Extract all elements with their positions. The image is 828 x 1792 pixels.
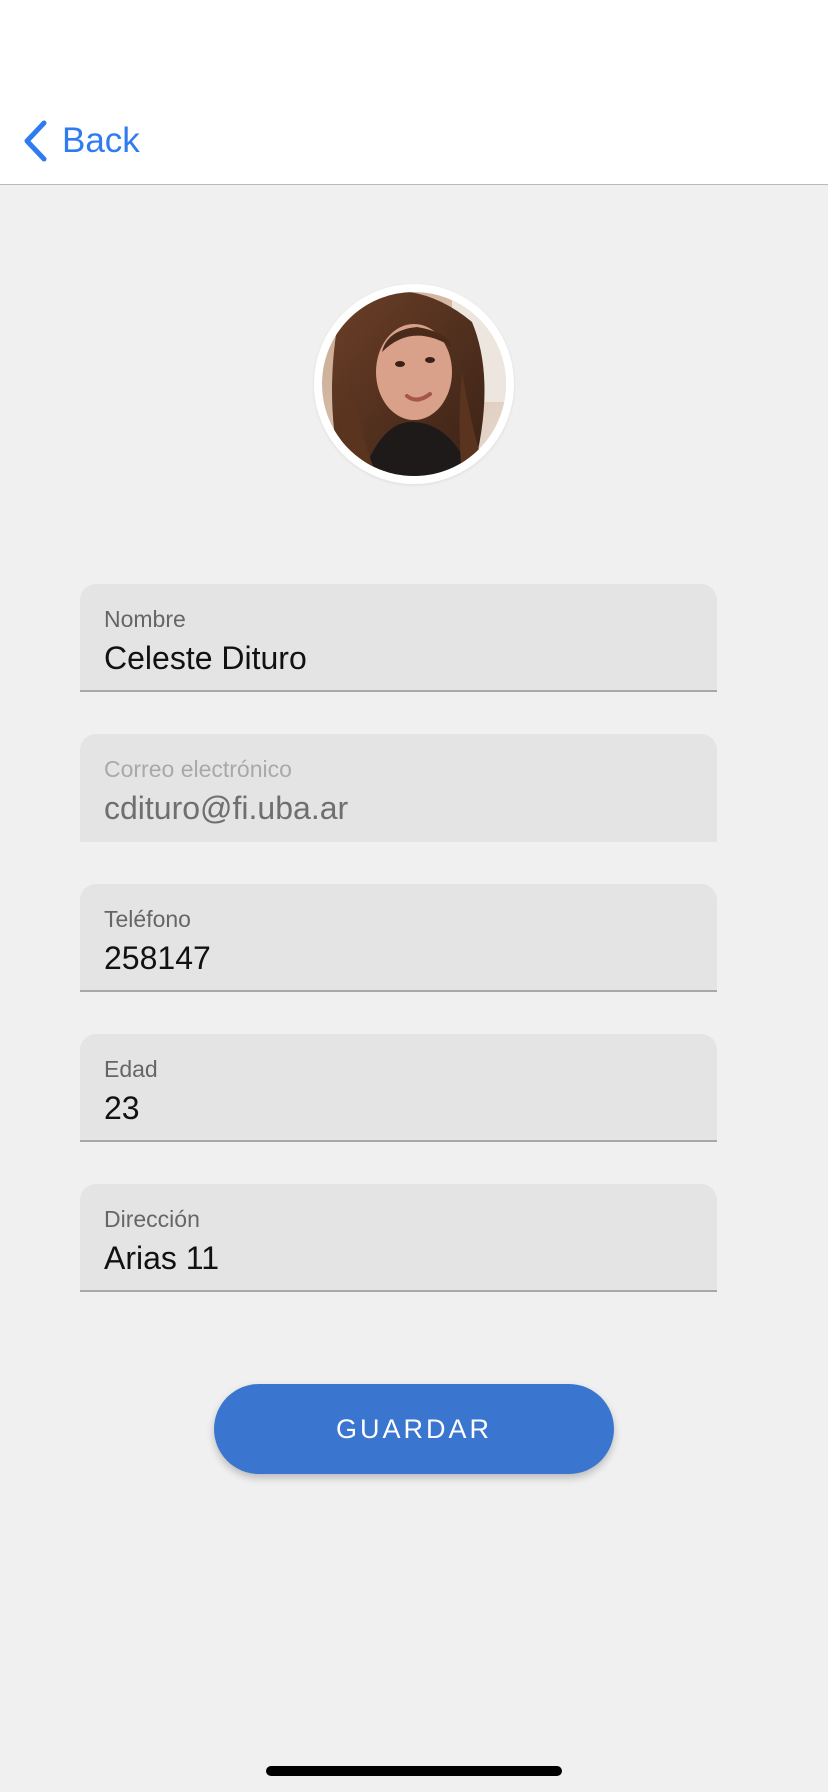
address-input[interactable] xyxy=(104,1240,694,1277)
navigation-bar: Back xyxy=(0,0,828,185)
age-input[interactable] xyxy=(104,1090,694,1127)
name-input[interactable] xyxy=(104,640,694,677)
home-indicator[interactable] xyxy=(266,1766,562,1776)
address-field[interactable]: Dirección xyxy=(80,1184,717,1292)
name-label: Nombre xyxy=(104,606,186,632)
chevron-left-icon xyxy=(22,120,48,162)
back-label: Back xyxy=(62,121,140,160)
edit-profile-screen: Back Nombre Celeste Dituro Correo electr… xyxy=(0,0,828,1792)
phone-field[interactable]: Teléfono xyxy=(80,884,717,992)
save-button[interactable]: GUARDAR xyxy=(214,1384,614,1474)
name-field[interactable]: Nombre xyxy=(80,584,717,692)
profile-photo xyxy=(322,292,506,476)
email-input xyxy=(104,790,694,827)
age-label: Edad xyxy=(104,1056,158,1082)
phone-label: Teléfono xyxy=(104,906,191,932)
email-label: Correo electrónico xyxy=(104,756,292,782)
email-field: Correo electrónico xyxy=(80,734,717,842)
back-button[interactable]: Back xyxy=(22,116,140,166)
age-field[interactable]: Edad xyxy=(80,1034,717,1142)
phone-input[interactable] xyxy=(104,940,694,977)
address-label: Dirección xyxy=(104,1206,200,1232)
avatar[interactable] xyxy=(314,284,514,484)
